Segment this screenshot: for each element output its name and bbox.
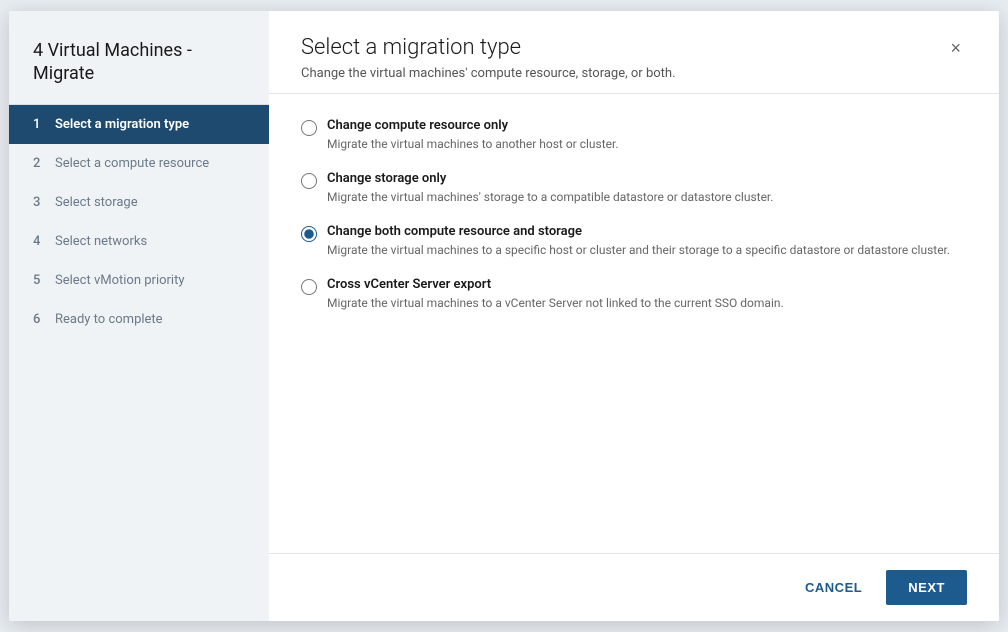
options-container: Change compute resource only Migrate the…	[269, 94, 999, 553]
step-label-1: Select a migration type	[55, 117, 189, 132]
page-subtitle: Change the virtual machines' compute res…	[301, 66, 676, 81]
option-item-2[interactable]: Change storage only Migrate the virtual …	[301, 171, 967, 206]
sidebar-step-5[interactable]: 5 Select vMotion priority	[9, 261, 269, 300]
option-desc-3: Migrate the virtual machines to a specif…	[327, 241, 950, 259]
option-text-3: Change both compute resource and storage…	[327, 224, 950, 259]
next-button[interactable]: NEXT	[886, 570, 967, 605]
option-label-3: Change both compute resource and storage	[327, 224, 950, 239]
option-desc-2: Migrate the virtual machines' storage to…	[327, 188, 773, 206]
option-label-1: Change compute resource only	[327, 118, 619, 133]
option-text-1: Change compute resource only Migrate the…	[327, 118, 619, 153]
step-num-3: 3	[33, 195, 47, 210]
migration-type-options: Change compute resource only Migrate the…	[301, 118, 967, 312]
step-num-6: 6	[33, 312, 47, 327]
sidebar-title: 4 Virtual Machines - Migrate	[9, 11, 269, 105]
option-desc-1: Migrate the virtual machines to another …	[327, 135, 619, 153]
option-desc-4: Migrate the virtual machines to a vCente…	[327, 294, 784, 312]
radio-opt-cross[interactable]	[301, 279, 317, 295]
step-label-3: Select storage	[55, 195, 138, 210]
option-label-4: Cross vCenter Server export	[327, 277, 784, 292]
page-title: Select a migration type	[301, 35, 676, 60]
steps-list: 1 Select a migration type 2 Select a comput…	[9, 105, 269, 621]
option-text-4: Cross vCenter Server export Migrate the …	[327, 277, 784, 312]
step-num-4: 4	[33, 234, 47, 249]
cancel-button[interactable]: CANCEL	[793, 572, 874, 603]
sidebar-step-4[interactable]: 4 Select networks	[9, 222, 269, 261]
step-num-2: 2	[33, 156, 47, 171]
sidebar-step-2[interactable]: 2 Select a compute resource	[9, 144, 269, 183]
footer: CANCEL NEXT	[269, 553, 999, 621]
option-text-2: Change storage only Migrate the virtual …	[327, 171, 773, 206]
close-button[interactable]: ×	[944, 37, 967, 59]
main-header: Select a migration type Change the virtu…	[269, 11, 999, 94]
sidebar-step-6[interactable]: 6 Ready to complete	[9, 300, 269, 339]
option-item-1[interactable]: Change compute resource only Migrate the…	[301, 118, 967, 153]
sidebar: 4 Virtual Machines - Migrate 1 Select a m…	[9, 11, 269, 621]
option-item-4[interactable]: Cross vCenter Server export Migrate the …	[301, 277, 967, 312]
option-item-3[interactable]: Change both compute resource and storage…	[301, 224, 967, 259]
radio-opt-both[interactable]	[301, 226, 317, 242]
step-label-2: Select a compute resource	[55, 156, 209, 171]
main-panel: Select a migration type Change the virtu…	[269, 11, 999, 621]
main-header-left: Select a migration type Change the virtu…	[301, 35, 676, 81]
dialog-title: 4 Virtual Machines - Migrate	[33, 39, 245, 86]
step-num-5: 5	[33, 273, 47, 288]
option-label-2: Change storage only	[327, 171, 773, 186]
sidebar-step-1[interactable]: 1 Select a migration type	[9, 105, 269, 144]
migrate-dialog: 4 Virtual Machines - Migrate 1 Select a m…	[9, 11, 999, 621]
sidebar-step-3[interactable]: 3 Select storage	[9, 183, 269, 222]
step-num-1: 1	[33, 117, 47, 132]
radio-opt-storage[interactable]	[301, 173, 317, 189]
step-label-5: Select vMotion priority	[55, 273, 185, 288]
step-label-4: Select networks	[55, 234, 147, 249]
radio-opt-compute[interactable]	[301, 120, 317, 136]
step-label-6: Ready to complete	[55, 312, 163, 327]
